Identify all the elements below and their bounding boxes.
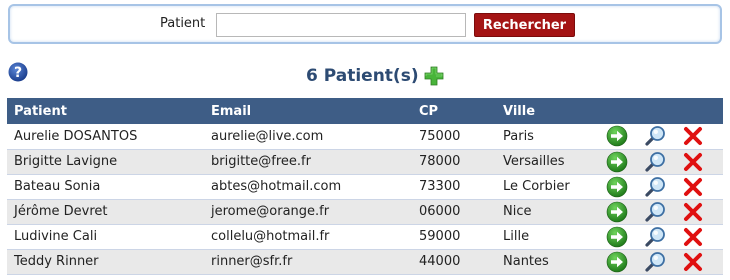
help-icon[interactable]: ? (8, 62, 28, 82)
patient-email-cell: collelu@hotmail.fr (204, 224, 412, 250)
magnifier-icon (645, 151, 666, 172)
patient-name-cell[interactable]: Aurelie DOSANTOS (7, 124, 204, 150)
patient-name-cell[interactable]: Bateau Sonia (7, 174, 204, 200)
delete-patient-button[interactable] (682, 176, 704, 198)
view-patient-button[interactable] (644, 226, 666, 248)
magnifier-icon (645, 226, 666, 247)
patient-name-cell[interactable]: Teddy Rinner (7, 249, 204, 275)
row-actions (606, 199, 723, 225)
table-row: Jérôme Devret jerome@orange.fr 06000 Nic… (7, 199, 723, 225)
add-patient-button[interactable] (424, 66, 444, 86)
row-actions (606, 149, 723, 175)
patient-ville-cell: Nice (496, 199, 606, 225)
close-icon (684, 252, 703, 271)
column-header-cp[interactable]: CP (412, 98, 496, 124)
patient-cp-cell: 78000 (412, 149, 496, 175)
patient-cp-cell: 73300 (412, 174, 496, 200)
arrow-right-icon (606, 176, 628, 197)
open-patient-button[interactable] (606, 125, 628, 147)
arrow-right-icon (606, 251, 628, 272)
arrow-right-icon (606, 151, 628, 172)
open-patient-button[interactable] (606, 201, 628, 223)
close-icon (684, 202, 703, 221)
patient-email-cell: abtes@hotmail.com (204, 174, 412, 200)
patient-ville-cell: Lille (496, 224, 606, 250)
table-row: Brigitte Lavigne brigitte@free.fr 78000 … (7, 149, 723, 175)
delete-patient-button[interactable] (682, 151, 704, 173)
patient-ville-cell: Nantes (496, 249, 606, 275)
patient-name-cell[interactable]: Jérôme Devret (7, 199, 204, 225)
view-patient-button[interactable] (644, 201, 666, 223)
svg-text:?: ? (14, 65, 22, 81)
table-header-row: Patient Email CP Ville (7, 98, 723, 124)
row-actions (606, 224, 723, 250)
column-header-email[interactable]: Email (204, 98, 412, 124)
table-row: Ludivine Cali collelu@hotmail.fr 59000 L… (7, 224, 723, 250)
patients-table: Patient Email CP Ville Aurelie DOSANTOS … (7, 98, 723, 275)
patient-email-cell: aurelie@live.com (204, 124, 412, 150)
patient-cp-cell: 75000 (412, 124, 496, 150)
patient-ville-cell: Versailles (496, 149, 606, 175)
patient-ville-cell: Le Corbier (496, 174, 606, 200)
column-header-actions (606, 98, 723, 124)
open-patient-button[interactable] (606, 226, 628, 248)
patient-count-title: 6 Patient(s) (306, 66, 419, 86)
view-patient-button[interactable] (644, 125, 666, 147)
table-row: Aurelie DOSANTOS aurelie@live.com 75000 … (7, 124, 723, 150)
search-label: Patient (160, 16, 206, 31)
column-header-ville[interactable]: Ville (496, 98, 606, 124)
close-icon (684, 152, 703, 171)
row-actions (606, 174, 723, 200)
delete-patient-button[interactable] (682, 125, 704, 147)
row-actions (606, 249, 723, 275)
open-patient-button[interactable] (606, 176, 628, 198)
plus-icon (424, 66, 444, 86)
magnifier-icon (645, 126, 666, 146)
view-patient-button[interactable] (644, 251, 666, 273)
magnifier-icon (645, 176, 666, 197)
open-patient-button[interactable] (606, 151, 628, 173)
patient-name-cell[interactable]: Ludivine Cali (7, 224, 204, 250)
magnifier-icon (645, 251, 666, 272)
view-patient-button[interactable] (644, 176, 666, 198)
search-button[interactable]: Rechercher (474, 13, 575, 37)
search-panel: Patient Rechercher (8, 4, 722, 44)
arrow-right-icon (606, 125, 628, 147)
delete-patient-button[interactable] (682, 201, 704, 223)
open-patient-button[interactable] (606, 251, 628, 273)
row-actions (606, 124, 723, 150)
patient-ville-cell: Paris (496, 124, 606, 150)
magnifier-icon (645, 201, 666, 222)
table-row: Teddy Rinner rinner@sfr.fr 44000 Nantes (7, 249, 723, 275)
delete-patient-button[interactable] (682, 226, 704, 248)
patient-email-cell: rinner@sfr.fr (204, 249, 412, 275)
patient-email-cell: jerome@orange.fr (204, 199, 412, 225)
patient-cp-cell: 44000 (412, 249, 496, 275)
delete-patient-button[interactable] (682, 251, 704, 273)
close-icon (684, 127, 703, 146)
arrow-right-icon (606, 226, 628, 247)
patient-name-cell[interactable]: Brigitte Lavigne (7, 149, 204, 175)
column-header-patient[interactable]: Patient (7, 98, 204, 124)
close-icon (684, 227, 703, 246)
patient-cp-cell: 06000 (412, 199, 496, 225)
patient-email-cell: brigitte@free.fr (204, 149, 412, 175)
table-row: Bateau Sonia abtes@hotmail.com 73300 Le … (7, 174, 723, 200)
patient-search-input[interactable] (216, 13, 466, 37)
patient-cp-cell: 59000 (412, 224, 496, 250)
view-patient-button[interactable] (644, 151, 666, 173)
close-icon (684, 177, 703, 196)
arrow-right-icon (606, 201, 628, 222)
